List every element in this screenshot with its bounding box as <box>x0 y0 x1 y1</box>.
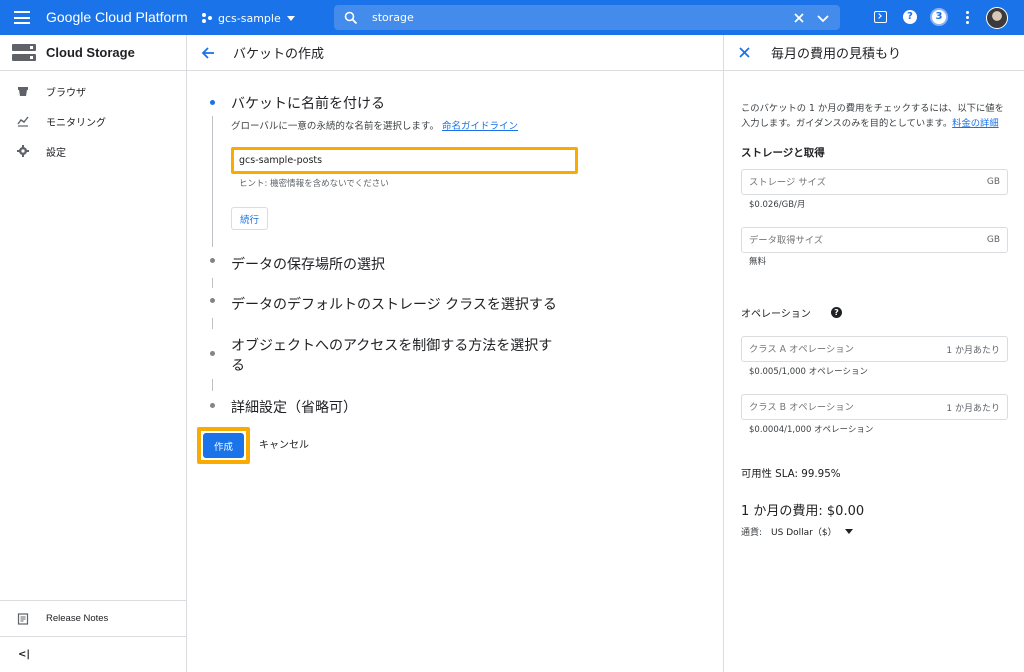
more-vert-icon[interactable] <box>966 11 970 24</box>
chart-icon <box>17 116 29 127</box>
class-b-price: $0.0004/1,000 オペレーション <box>749 425 874 435</box>
class-a-price: $0.005/1,000 オペレーション <box>749 367 868 377</box>
brand-title[interactable]: Google Cloud Platform <box>46 9 188 25</box>
cost-estimate-panel: 毎月の費用の見積もり このバケットの 1 か月の費用をチェックするには、以下に値… <box>723 35 1024 672</box>
step-access-control[interactable]: オブジェクトへのアクセスを制御する方法を選択する <box>231 335 552 375</box>
sidebar-item-label: モニタリング <box>46 117 106 129</box>
left-nav: Cloud Storage ブラウザ モニタリング 設定 Release Not… <box>0 35 187 672</box>
description-text: グローバルに一意の永続的な名前を選択します。 <box>231 121 439 132</box>
monthly-cost: 1 か月の費用: $0.00 <box>741 504 865 519</box>
search-icon <box>344 11 358 24</box>
project-name: gcs-sample <box>218 11 281 25</box>
class-b-input[interactable] <box>749 401 929 413</box>
collapse-nav-button[interactable]: <| <box>0 636 186 672</box>
sidebar-item-label: 設定 <box>46 147 66 159</box>
sidebar-item-monitoring[interactable]: モニタリング <box>0 106 186 136</box>
back-arrow-icon[interactable] <box>201 46 215 60</box>
nav-header: Cloud Storage <box>0 35 186 71</box>
storage-size-field[interactable]: GB <box>741 169 1008 195</box>
clear-search-icon[interactable] <box>792 11 806 25</box>
help-icon[interactable]: ? <box>831 307 842 318</box>
storage-icon <box>12 43 36 62</box>
collapse-icon: <| <box>18 649 31 660</box>
naming-guide-link[interactable]: 命名ガイドライン <box>442 121 518 132</box>
step-connector <box>212 116 213 247</box>
unit-label: GB <box>986 177 1000 187</box>
storage-price: $0.026/GB/月 <box>749 200 806 210</box>
project-dots-icon <box>202 13 213 23</box>
caret-down-icon <box>844 529 853 534</box>
help-icon[interactable]: ? <box>903 10 917 24</box>
notes-icon <box>17 612 29 625</box>
step-indicator <box>210 258 215 263</box>
sidebar-item-label: ブラウザ <box>46 87 86 99</box>
class-b-field[interactable]: 1 か月あたり <box>741 394 1008 420</box>
retrieval-size-input[interactable] <box>749 234 929 246</box>
search-input[interactable]: storage <box>372 11 792 24</box>
step-advanced-settings[interactable]: 詳細設定（省略可） <box>231 397 357 417</box>
close-icon[interactable] <box>738 46 751 59</box>
step-indicator-active <box>210 100 215 105</box>
step-connector <box>212 318 213 329</box>
menu-icon[interactable] <box>14 11 30 24</box>
step-description: グローバルに一意の永続的な名前を選択します。 命名ガイドライン <box>231 118 518 132</box>
estimate-title: 毎月の費用の見積もり <box>771 47 902 62</box>
cloud-shell-icon[interactable] <box>874 11 887 23</box>
pricing-link[interactable]: 料金の詳細 <box>952 118 999 129</box>
search-bar[interactable]: storage <box>334 5 840 30</box>
unit-label: 1 か月あたり <box>946 345 1000 356</box>
top-app-bar: Google Cloud Platform gcs-sample storage… <box>0 0 1024 35</box>
sidebar-item-browser[interactable]: ブラウザ <box>0 76 186 106</box>
step-indicator <box>210 403 215 408</box>
currency-selector[interactable]: 通貨: US Dollar（$） <box>741 525 853 538</box>
retrieval-size-field[interactable]: GB <box>741 227 1008 253</box>
storage-size-input[interactable] <box>749 176 929 188</box>
input-hint: ヒント: 機密情報を含めないでください <box>239 179 389 189</box>
project-selector[interactable]: gcs-sample <box>202 9 295 27</box>
sla-text: 可用性 SLA: 99.95% <box>741 468 841 480</box>
unit-label: 1 か月あたり <box>946 403 1000 414</box>
nav-title: Cloud Storage <box>46 45 135 60</box>
step-name-bucket: バケットに名前を付ける <box>231 96 385 112</box>
sidebar-item-settings[interactable]: 設定 <box>0 136 186 166</box>
estimate-header: 毎月の費用の見積もり <box>724 35 1024 71</box>
page-title: バケットの作成 <box>233 47 325 62</box>
operations-section-title: オペレーション <box>741 309 811 320</box>
currency-value: US Dollar（$） <box>771 528 837 538</box>
currency-label: 通貨: <box>741 528 763 538</box>
class-a-field[interactable]: 1 か月あたり <box>741 336 1008 362</box>
avatar[interactable] <box>986 7 1008 29</box>
step-indicator <box>210 298 215 303</box>
release-notes-label: Release Notes <box>46 613 109 624</box>
retrieval-price: 無料 <box>749 257 767 267</box>
caret-down-icon <box>286 15 295 21</box>
step-access-control-line2: る <box>231 358 245 374</box>
step-indicator <box>210 351 215 356</box>
chevron-down-icon[interactable] <box>816 11 830 25</box>
storage-section-title: ストレージと取得 <box>741 147 825 159</box>
unit-label: GB <box>986 235 1000 245</box>
class-a-input[interactable] <box>749 343 929 355</box>
gear-icon <box>17 145 29 157</box>
estimate-intro: このバケットの 1 か月の費用をチェックするには、以下に値を入力します。ガイダン… <box>741 101 1011 131</box>
create-button[interactable]: 作成 <box>203 433 244 458</box>
bucket-icon <box>18 87 28 96</box>
create-button-highlight: 作成 <box>197 427 250 464</box>
step-storage-class[interactable]: データのデフォルトのストレージ クラスを選択する <box>231 294 557 314</box>
cancel-button[interactable]: キャンセル <box>259 436 309 451</box>
step-location[interactable]: データの保存場所の選択 <box>231 254 385 274</box>
step-connector <box>212 278 213 288</box>
step-access-control-line1: オブジェクトへのアクセスを制御する方法を選択す <box>231 338 553 354</box>
continue-button[interactable]: 続行 <box>231 207 268 230</box>
create-bucket-panel: バケットの作成 バケットに名前を付ける グローバルに一意の永続的な名前を選択しま… <box>187 35 723 672</box>
release-notes-link[interactable]: Release Notes <box>0 600 186 636</box>
step-connector <box>212 379 213 391</box>
bucket-name-input[interactable] <box>231 147 578 174</box>
notifications-badge[interactable]: 3 <box>930 8 948 26</box>
main-header: バケットの作成 <box>187 35 723 71</box>
